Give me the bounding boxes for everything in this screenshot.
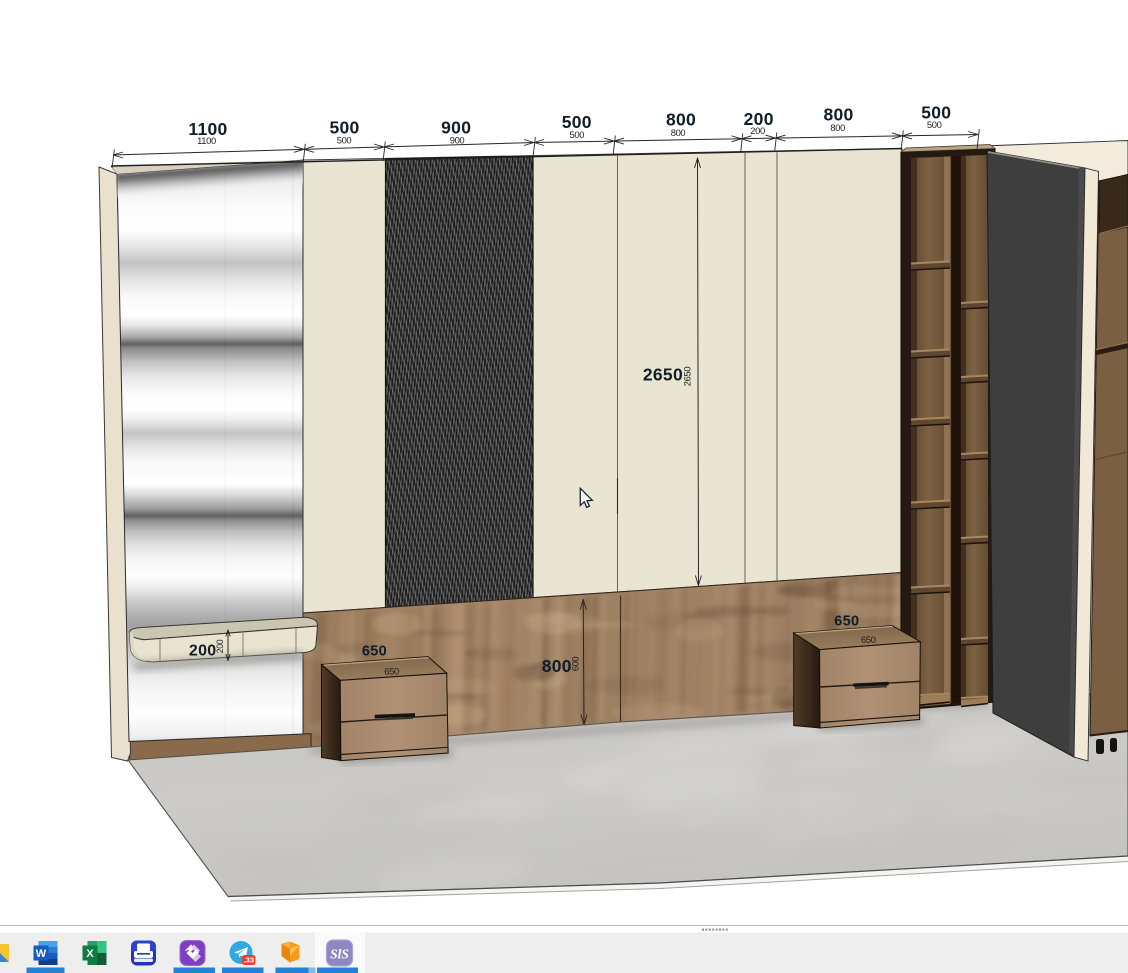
svg-text:650: 650 xyxy=(384,666,399,677)
svg-text:1100: 1100 xyxy=(197,135,216,146)
svg-text:900: 900 xyxy=(450,135,465,146)
svg-text:800: 800 xyxy=(671,127,686,138)
svg-text:500: 500 xyxy=(927,119,942,130)
svg-text:2650: 2650 xyxy=(682,367,693,387)
svg-text:W: W xyxy=(36,948,47,960)
svg-text:200: 200 xyxy=(750,125,765,136)
svg-text:200: 200 xyxy=(215,639,225,653)
svg-text:650: 650 xyxy=(834,614,859,630)
svg-text:800: 800 xyxy=(542,656,572,676)
svg-text:2650: 2650 xyxy=(643,365,683,385)
svg-text:800: 800 xyxy=(830,122,845,133)
svg-text:500: 500 xyxy=(337,135,352,146)
svg-text:600: 600 xyxy=(569,657,580,672)
svg-text:500: 500 xyxy=(570,129,585,140)
svg-text:200: 200 xyxy=(189,643,217,660)
svg-text:SlS: SlS xyxy=(330,947,349,962)
svg-text:650: 650 xyxy=(362,644,387,660)
svg-text:650: 650 xyxy=(861,634,876,645)
svg-text:.33: .33 xyxy=(244,956,254,965)
svg-text:X: X xyxy=(86,948,94,960)
